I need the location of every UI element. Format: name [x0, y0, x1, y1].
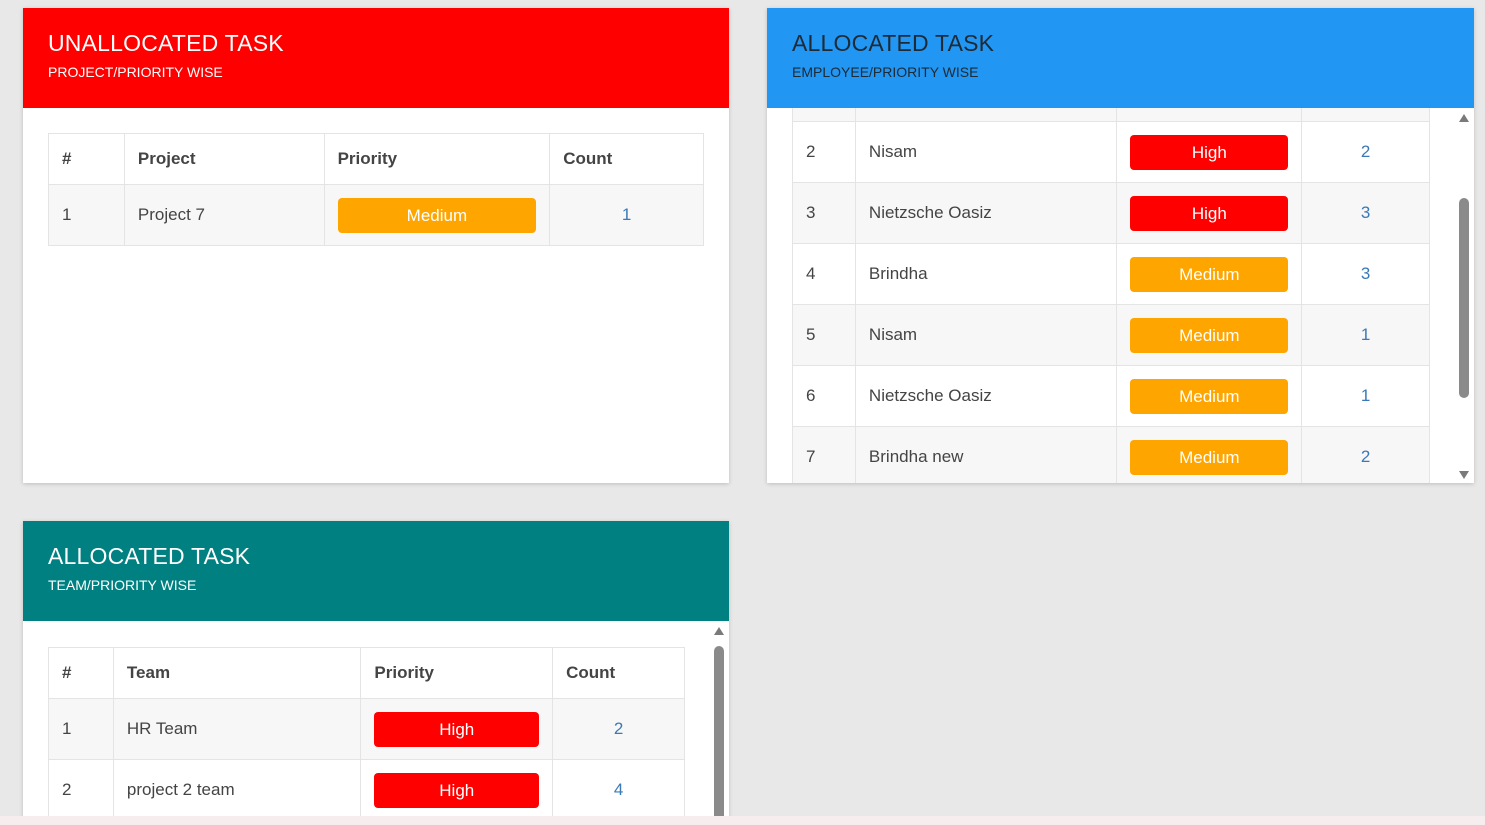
column-header-team: Team	[112, 647, 362, 699]
priority-badge: High	[1130, 134, 1289, 170]
row-number: 2	[48, 759, 114, 821]
table-row: 1 Project 7 Medium 1	[48, 184, 704, 246]
team-name: project 2 team	[112, 759, 362, 821]
employee-table-scrollbar[interactable]	[1458, 114, 1470, 479]
employee-table-scroll-area[interactable]: 2 Nisam High 2 3 Nietzsche Oasiz High 3 …	[792, 108, 1454, 483]
row-number: 3	[792, 182, 856, 244]
employee-name: Nisam	[854, 121, 1118, 183]
table-row: 2 project 2 team High 4	[48, 759, 685, 821]
column-header-number: #	[48, 647, 114, 699]
task-count-link[interactable]: 3	[1301, 182, 1430, 244]
project-name: Project 7	[123, 184, 325, 246]
row-number: 5	[792, 304, 856, 366]
scroll-up-arrow-icon[interactable]	[1459, 114, 1469, 122]
priority-badge: Medium	[1130, 378, 1289, 414]
priority-badge: High	[1130, 195, 1289, 231]
allocated-task-team-card: ALLOCATED TASK TEAM/PRIORITY WISE # Team…	[23, 521, 729, 821]
table-row: 7 Brindha new Medium 2	[792, 426, 1430, 483]
row-number: 2	[792, 121, 856, 183]
allocated-task-team-header: ALLOCATED TASK TEAM/PRIORITY WISE	[23, 521, 729, 621]
priority-badge: Medium	[337, 197, 537, 233]
priority-badge: High	[374, 711, 540, 747]
table-row: 5 Nisam Medium 1	[792, 304, 1430, 366]
team-table-scrollbar[interactable]	[713, 627, 725, 821]
employee-task-table: 2 Nisam High 2 3 Nietzsche Oasiz High 3 …	[792, 108, 1430, 483]
priority-badge: Medium	[1130, 439, 1289, 475]
table-row: 4 Brindha Medium 3	[792, 243, 1430, 305]
allocated-task-employee-card: ALLOCATED TASK EMPLOYEE/PRIORITY WISE 2 …	[767, 8, 1474, 483]
column-header-number: #	[48, 133, 125, 185]
page-bottom-strip	[0, 816, 1485, 825]
employee-name: Nietzsche Oasiz	[854, 365, 1118, 427]
card-title: ALLOCATED TASK	[48, 543, 251, 569]
scroll-up-arrow-icon[interactable]	[714, 627, 724, 635]
table-row	[792, 108, 1430, 122]
row-number: 4	[792, 243, 856, 305]
task-count-link[interactable]: 1	[1301, 365, 1430, 427]
priority-badge: Medium	[1130, 256, 1289, 292]
table-row: 2 Nisam High 2	[792, 121, 1430, 183]
card-subtitle: TEAM/PRIORITY WISE	[48, 577, 197, 593]
column-header-count: Count	[552, 647, 685, 699]
row-number: 1	[48, 184, 125, 246]
table-row: 1 HR Team High 2	[48, 698, 685, 760]
card-subtitle: PROJECT/PRIORITY WISE	[48, 64, 223, 80]
team-table-scroll-area[interactable]: # Team Priority Count 1 HR Team High 2 2…	[48, 621, 729, 821]
task-count-link[interactable]: 2	[1301, 121, 1430, 183]
task-count-link[interactable]: 1	[1301, 304, 1430, 366]
priority-badge: High	[374, 772, 540, 808]
column-header-priority: Priority	[360, 647, 554, 699]
card-title: UNALLOCATED TASK	[48, 30, 284, 56]
employee-name: Brindha new	[854, 426, 1118, 483]
unallocated-task-card: UNALLOCATED TASK PROJECT/PRIORITY WISE #…	[23, 8, 729, 483]
task-count-link[interactable]: 3	[1301, 243, 1430, 305]
task-count-link[interactable]: 2	[552, 698, 685, 760]
column-header-project: Project	[123, 133, 325, 185]
allocated-task-employee-header: ALLOCATED TASK EMPLOYEE/PRIORITY WISE	[767, 8, 1474, 108]
unallocated-task-header: UNALLOCATED TASK PROJECT/PRIORITY WISE	[23, 8, 729, 108]
card-title: ALLOCATED TASK	[792, 30, 995, 56]
row-number: 6	[792, 365, 856, 427]
scroll-down-arrow-icon[interactable]	[1459, 471, 1469, 479]
column-header-priority: Priority	[323, 133, 551, 185]
task-count-link[interactable]: 2	[1301, 426, 1430, 483]
task-count-link[interactable]: 1	[549, 184, 704, 246]
priority-badge: Medium	[1130, 317, 1289, 353]
table-row: 6 Nietzsche Oasiz Medium 1	[792, 365, 1430, 427]
team-task-table: # Team Priority Count 1 HR Team High 2 2…	[48, 647, 685, 821]
task-count-link[interactable]: 4	[552, 759, 685, 821]
table-row: 3 Nietzsche Oasiz High 3	[792, 182, 1430, 244]
card-subtitle: EMPLOYEE/PRIORITY WISE	[792, 64, 979, 80]
employee-name: Brindha	[854, 243, 1118, 305]
row-number: 1	[48, 698, 114, 760]
unallocated-task-table: # Project Priority Count 1 Project 7 Med…	[48, 133, 704, 246]
scroll-thumb[interactable]	[1459, 198, 1469, 398]
column-header-count: Count	[549, 133, 704, 185]
employee-name: Nisam	[854, 304, 1118, 366]
employee-name: Nietzsche Oasiz	[854, 182, 1118, 244]
scroll-thumb[interactable]	[714, 646, 724, 821]
team-name: HR Team	[112, 698, 362, 760]
row-number: 7	[792, 426, 856, 483]
